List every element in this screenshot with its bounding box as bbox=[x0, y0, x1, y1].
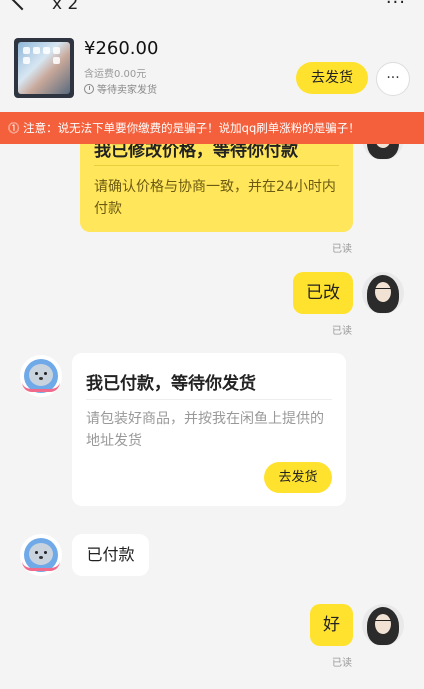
top-nav: x 2 ··· bbox=[0, 0, 424, 22]
more-icon[interactable]: ··· bbox=[386, 0, 406, 13]
paid-card-header: 我已付款，等待你发货 bbox=[86, 374, 256, 394]
scam-warning-banner: ⓵ 注意：说无法下单要你缴费的是骗子！说加qq刷单涨粉的是骗子！ bbox=[0, 112, 424, 144]
message-bubble-other: 已付款 bbox=[72, 534, 149, 576]
order-status-text: 等待卖家发货 bbox=[97, 85, 157, 96]
product-thumbnail[interactable] bbox=[14, 38, 74, 98]
seal-avatar[interactable] bbox=[20, 355, 62, 397]
paid-card-body: 请包装好商品，并按我在闲鱼上提供的地址发货 bbox=[86, 411, 324, 449]
user-avatar[interactable] bbox=[362, 272, 404, 314]
ship-button[interactable]: 去发货 bbox=[264, 462, 332, 493]
read-receipt: 已读 bbox=[332, 658, 352, 669]
clock-icon bbox=[84, 83, 94, 94]
divider bbox=[94, 165, 339, 166]
divider bbox=[86, 399, 332, 400]
message-bubble-me: 好 bbox=[310, 604, 353, 646]
more-options-button[interactable]: ··· bbox=[376, 62, 410, 96]
product-header: ¥260.00 含运费0.00元 等待卖家发货 去发货 ··· bbox=[0, 22, 424, 112]
message-bubble-me: 已改 bbox=[293, 272, 353, 314]
price-card-body: 请确认价格与协商一致，并在24小时内付款 bbox=[94, 179, 336, 217]
ship-button[interactable]: 去发货 bbox=[296, 62, 368, 94]
chat-title: x 2 bbox=[52, 0, 79, 14]
product-price: ¥260.00 bbox=[84, 38, 159, 59]
seal-avatar[interactable] bbox=[20, 534, 62, 576]
user-avatar[interactable] bbox=[362, 604, 404, 646]
shipping-fee: 含运费0.00元 bbox=[84, 69, 147, 80]
order-status: 等待卖家发货 bbox=[84, 81, 157, 96]
read-receipt: 已读 bbox=[332, 244, 352, 255]
paid-card: 我已付款，等待你发货 请包装好商品，并按我在闲鱼上提供的地址发货 去发货 bbox=[72, 353, 346, 506]
back-arrow-icon[interactable] bbox=[10, 0, 34, 11]
price-changed-card: 我已修改价格，等待你付款 请确认价格与协商一致，并在24小时内付款 bbox=[80, 130, 353, 232]
read-receipt: 已读 bbox=[332, 326, 352, 337]
